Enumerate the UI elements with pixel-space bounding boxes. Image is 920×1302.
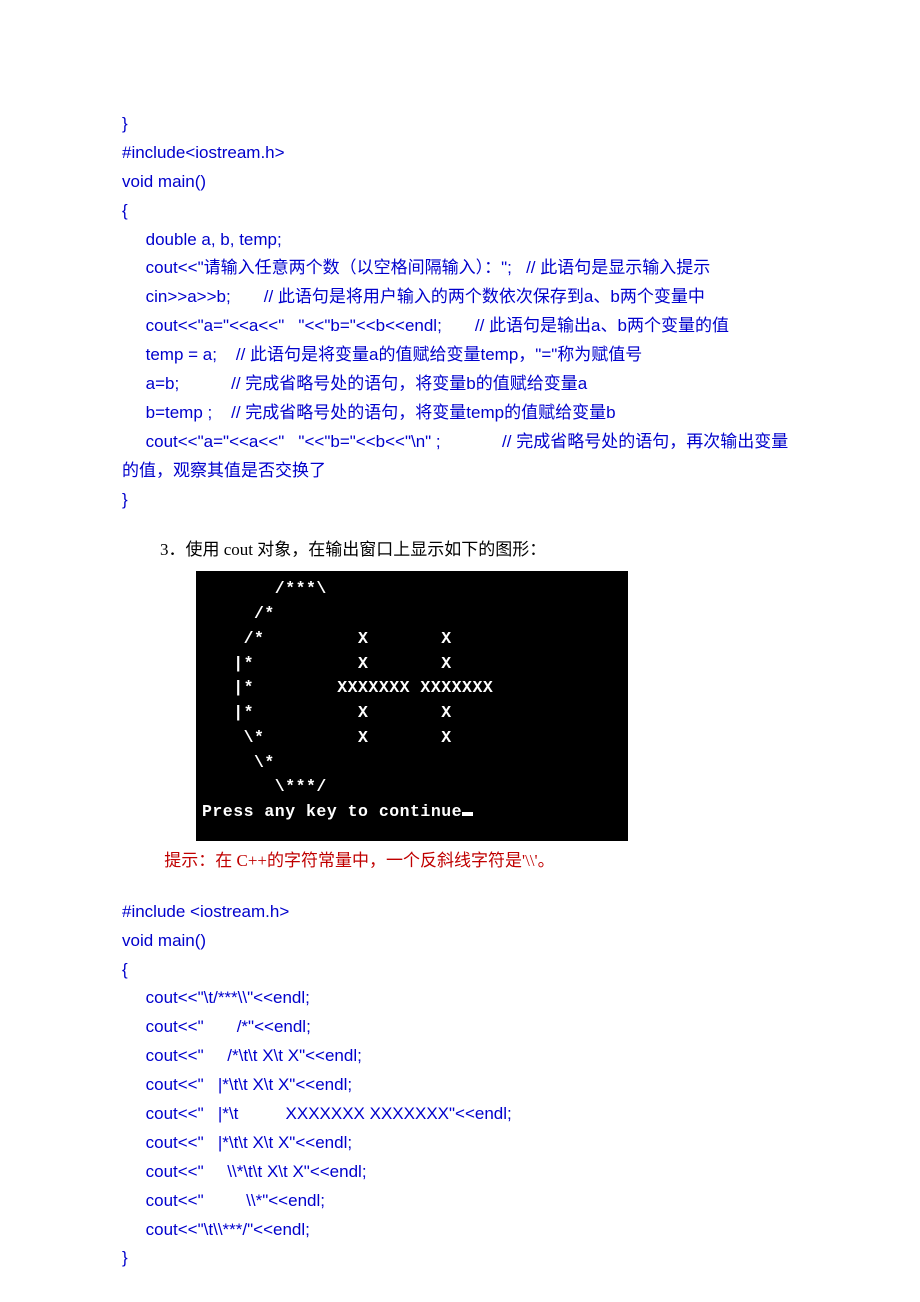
console-output: /***\ /* /* X X |* X X |* XXXXXXX XXXXXX… bbox=[196, 571, 628, 841]
code-block-2: #include <iostream.h> void main() { cout… bbox=[122, 898, 798, 1274]
console-text: /***\ /* /* X X |* X X |* XXXXXXX XXXXXX… bbox=[202, 579, 493, 821]
hint-text: 提示：在 C++的字符常量中，一个反斜线字符是'\\'。 bbox=[160, 847, 798, 876]
question-3-text: 3．使用 cout 对象，在输出窗口上显示如下的图形： bbox=[160, 536, 798, 565]
code-block-1: } #include<iostream.h> void main() { dou… bbox=[122, 110, 798, 514]
cursor-icon bbox=[462, 812, 473, 816]
